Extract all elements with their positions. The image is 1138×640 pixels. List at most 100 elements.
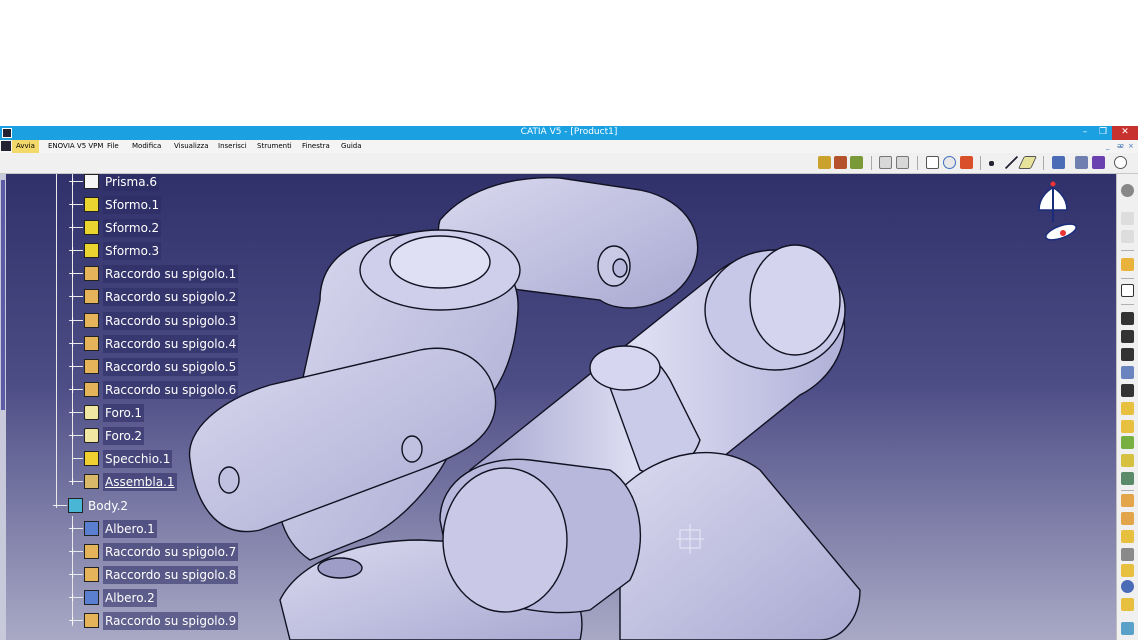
plane-icon[interactable] [1017, 156, 1038, 169]
stiffener-icon[interactable] [1121, 436, 1134, 449]
boolean-icon[interactable] [1121, 622, 1134, 635]
shaft-tool-icon[interactable] [1121, 348, 1134, 361]
pocket-icon[interactable] [1121, 330, 1134, 343]
tree-node[interactable]: +Raccordo su spigolo.3 [0, 312, 250, 330]
flange-hole-right [401, 435, 423, 463]
mirror-tool-icon[interactable] [1121, 598, 1134, 611]
point-icon[interactable] [989, 161, 994, 166]
sketch-icon[interactable] [879, 156, 892, 169]
draft-icon [84, 243, 99, 258]
3d-viewport[interactable]: +Prisma.6 +Sformo.1 +Sformo.2 +Sformo.3 +Rac… [0, 174, 1116, 640]
menu-finestra[interactable]: Finestra [302, 142, 330, 150]
tree-node[interactable]: +Raccordo su spigolo.4 [0, 335, 250, 353]
menu-visualizza[interactable]: Visualizza [174, 142, 208, 150]
menu-inserisci[interactable]: Inserisci [218, 142, 247, 150]
rib-icon[interactable] [1121, 402, 1134, 415]
mdi-restore-button[interactable]: ᴂ [1117, 142, 1124, 150]
edge-fillet-icon [84, 567, 99, 582]
text-measure-icon[interactable] [926, 156, 939, 169]
window-title: CATIA V5 - [Product1] [520, 127, 618, 137]
tree-node[interactable]: +Prisma.6 [0, 174, 250, 191]
tree-connector-line [73, 597, 83, 598]
tree-connector-line [73, 528, 83, 529]
tree-node-label: Raccordo su spigolo.2 [103, 288, 239, 306]
tree-node-label: Raccordo su spigolo.1 [103, 265, 239, 283]
grid-icon[interactable] [1092, 156, 1105, 169]
menu-enovia[interactable]: ENOVIA V5 VPM [48, 142, 103, 150]
tree-connector-line [73, 343, 83, 344]
apply-material-icon[interactable] [818, 156, 831, 169]
axis-system-icon[interactable] [1052, 156, 1065, 169]
tree-connector-line [73, 389, 83, 390]
draft-icon [84, 220, 99, 235]
pad-icon[interactable] [1121, 312, 1134, 325]
hole-tool-icon[interactable] [1121, 384, 1134, 397]
toolbar-separator [1121, 278, 1134, 279]
edge-fillet-icon [84, 382, 99, 397]
menu-file[interactable]: File [107, 142, 119, 150]
close-button[interactable]: ✕ [1112, 126, 1138, 140]
menu-guida[interactable]: Guida [341, 142, 362, 150]
mdi-minimize-button[interactable]: _ [1106, 142, 1110, 150]
tree-node[interactable]: +Foro.2 [0, 427, 250, 445]
select-cursor-icon[interactable] [1121, 258, 1134, 271]
tree-node[interactable]: +Raccordo su spigolo.6 [0, 381, 250, 399]
tree-connector-line [73, 435, 83, 436]
tree-node[interactable]: +Raccordo su spigolo.8 [0, 566, 250, 584]
mdi-close-button[interactable]: × [1128, 142, 1134, 150]
tree-node[interactable]: +Sformo.3 [0, 242, 250, 260]
disabled-tool-icon [1121, 212, 1134, 225]
fillet-tool-icon[interactable] [1121, 494, 1134, 507]
tree-node[interactable]: +Raccordo su spigolo.7 [0, 543, 250, 561]
tree-node-label: Raccordo su spigolo.4 [103, 335, 239, 353]
material-library-icon[interactable] [834, 156, 847, 169]
thickness-icon[interactable] [1121, 564, 1134, 577]
shaft-icon [84, 590, 99, 605]
render-icon[interactable] [850, 156, 863, 169]
workbench-icon[interactable] [1121, 184, 1134, 197]
slot-icon[interactable] [1121, 420, 1134, 433]
minimize-button[interactable]: – [1076, 126, 1094, 140]
tree-node[interactable]: +Raccordo su spigolo.1 [0, 265, 250, 283]
compass-icon[interactable] [1025, 180, 1085, 242]
tree-node[interactable]: +Raccordo su spigolo.5 [0, 358, 250, 376]
constraint-icon[interactable] [1075, 156, 1088, 169]
tree-node[interactable]: +Albero.2 [0, 589, 250, 607]
tree-node[interactable]: Specchio.1 [0, 450, 250, 468]
knowledge-icon[interactable] [960, 156, 973, 169]
upper-bracket-hole-inner [612, 258, 628, 278]
tree-node[interactable]: +Assembla.1 [0, 473, 250, 491]
title-bar: CATIA V5 - [Product1] – ❐ ✕ [0, 126, 1138, 140]
chamfer-icon[interactable] [1121, 512, 1134, 525]
zoom-icon[interactable] [1114, 156, 1127, 169]
search-icon[interactable] [943, 156, 956, 169]
line-icon[interactable] [1005, 156, 1018, 169]
tree-node[interactable]: +Albero.1 [0, 520, 250, 538]
shaft-dome [589, 345, 661, 391]
document-icon[interactable] [1, 141, 11, 151]
shell-icon[interactable] [1121, 548, 1134, 561]
tree-node-label: Sformo.3 [103, 242, 162, 260]
tree-node-label: Foro.2 [103, 427, 145, 445]
restore-button[interactable]: ❐ [1094, 126, 1112, 140]
top-toolbar [0, 153, 1138, 174]
tree-node[interactable]: −Body.2 [0, 497, 250, 515]
tree-node[interactable]: +Foro.1 [0, 404, 250, 422]
tree-node[interactable]: +Raccordo su spigolo.9 [0, 612, 250, 630]
view-icon[interactable] [896, 156, 909, 169]
toolbar-separator [1043, 156, 1044, 170]
right-toolbar [1116, 174, 1138, 640]
translation-icon[interactable] [1121, 580, 1134, 593]
draft-tool-icon[interactable] [1121, 530, 1134, 543]
loft-icon[interactable] [1121, 454, 1134, 467]
groove-icon[interactable] [1121, 366, 1134, 379]
tree-node[interactable]: +Raccordo su spigolo.2 [0, 288, 250, 306]
tree-node[interactable]: +Sformo.1 [0, 196, 250, 214]
sketcher-icon[interactable] [1121, 284, 1134, 297]
menu-avvia[interactable]: Avvia [12, 140, 39, 153]
menu-strumenti[interactable]: Strumenti [257, 142, 292, 150]
tree-connector-line [73, 296, 83, 297]
menu-modifica[interactable]: Modifica [132, 142, 161, 150]
remove-loft-icon[interactable] [1121, 472, 1134, 485]
tree-node[interactable]: +Sformo.2 [0, 219, 250, 237]
